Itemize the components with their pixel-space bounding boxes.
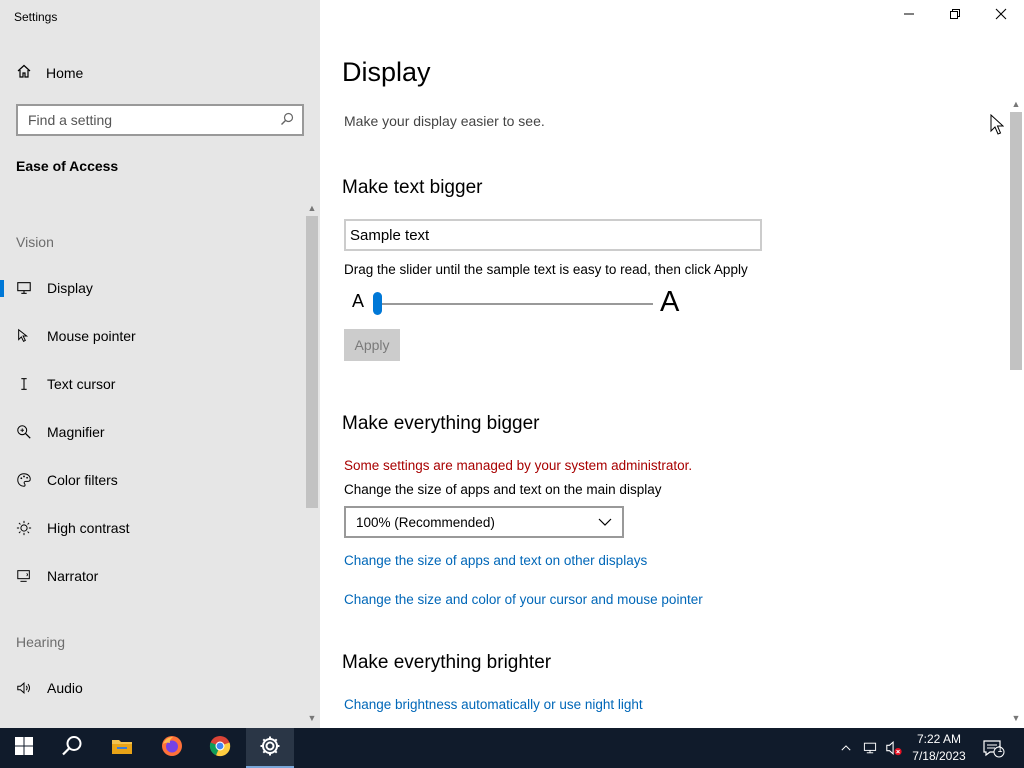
chrome-button[interactable] bbox=[196, 728, 244, 768]
scroll-down-icon[interactable]: ▼ bbox=[306, 712, 318, 724]
link-other-displays[interactable]: Change the size of apps and text on othe… bbox=[344, 553, 647, 568]
sidebar-item-narrator[interactable]: Narrator bbox=[0, 556, 300, 596]
sidebar-item-high-contrast[interactable]: High contrast bbox=[0, 508, 300, 548]
slider-hint: Drag the slider until the sample text is… bbox=[344, 262, 748, 277]
sidebar-item-color-filters[interactable]: Color filters bbox=[0, 460, 300, 500]
group-label-vision: Vision bbox=[16, 234, 54, 250]
clock-date: 7/18/2023 bbox=[912, 749, 966, 763]
sidebar-item-audio[interactable]: Audio bbox=[0, 668, 300, 708]
start-icon bbox=[12, 734, 36, 763]
search-icon bbox=[280, 112, 294, 129]
settings-icon bbox=[258, 734, 282, 763]
heading-make-text-bigger: Make text bigger bbox=[342, 177, 483, 198]
taskbar: 7:22 AM 7/18/2023 1 bbox=[0, 728, 1024, 768]
main-content: Display Make your display easier to see.… bbox=[320, 0, 1008, 728]
start-button[interactable] bbox=[0, 728, 48, 768]
clock-time: 7:22 AM bbox=[916, 732, 962, 746]
sample-text-box: Sample text bbox=[344, 219, 762, 251]
monitor-icon bbox=[15, 279, 33, 297]
action-center-button[interactable]: 1 bbox=[982, 738, 1006, 758]
home-icon bbox=[16, 63, 32, 82]
heading-make-everything-bigger: Make everything bigger bbox=[342, 413, 540, 434]
firefox-icon bbox=[160, 734, 184, 763]
sidebar-scrollbar[interactable]: ▲ ▼ bbox=[304, 200, 318, 728]
slider-thumb[interactable] bbox=[373, 292, 382, 315]
volume-muted-icon[interactable] bbox=[884, 738, 904, 758]
sidebar-item-magnifier[interactable]: Magnifier bbox=[0, 412, 300, 452]
network-icon[interactable] bbox=[860, 738, 880, 758]
admin-warning-text: Some settings are managed by your system… bbox=[344, 458, 693, 473]
settings-sidebar: Settings Home Find a setting Ease of Acc… bbox=[0, 0, 320, 728]
home-nav-item[interactable]: Home bbox=[16, 63, 83, 82]
mouse-pointer-icon bbox=[15, 327, 33, 345]
taskbar-clock[interactable]: 7:22 AM 7/18/2023 bbox=[906, 731, 972, 765]
sidebar-scroll-thumb[interactable] bbox=[306, 216, 318, 508]
scroll-down-icon[interactable]: ▼ bbox=[1010, 712, 1022, 724]
section-title: Ease of Access bbox=[16, 158, 119, 174]
chevron-down-icon bbox=[598, 515, 612, 530]
notification-count: 1 bbox=[997, 744, 1003, 754]
scroll-up-icon[interactable]: ▲ bbox=[1010, 98, 1022, 110]
page-subtitle: Make your display easier to see. bbox=[344, 113, 545, 129]
audio-icon bbox=[15, 679, 33, 697]
text-cursor-icon bbox=[15, 375, 33, 393]
sidebar-item-label: Display bbox=[47, 280, 93, 296]
scale-dropdown-value: 100% (Recommended) bbox=[356, 514, 495, 530]
page-title: Display bbox=[342, 57, 431, 87]
chrome-icon bbox=[208, 734, 232, 763]
narrator-icon bbox=[15, 567, 33, 585]
sidebar-item-label: High contrast bbox=[47, 520, 130, 536]
file-explorer-icon bbox=[110, 734, 134, 763]
mouse-cursor-icon bbox=[990, 114, 1004, 135]
sidebar-item-label: Text cursor bbox=[47, 376, 116, 392]
show-hidden-icons-icon[interactable] bbox=[836, 738, 856, 758]
firefox-button[interactable] bbox=[148, 728, 196, 768]
home-label: Home bbox=[46, 64, 84, 81]
main-scroll-thumb[interactable] bbox=[1010, 112, 1022, 370]
search-input[interactable]: Find a setting bbox=[16, 104, 304, 136]
color-filters-icon bbox=[15, 471, 33, 489]
group-label-hearing: Hearing bbox=[16, 634, 66, 650]
search-icon bbox=[60, 734, 84, 763]
file-explorer-button[interactable] bbox=[98, 728, 146, 768]
sidebar-item-mouse-pointer[interactable]: Mouse pointer bbox=[0, 316, 300, 356]
heading-make-everything-brighter: Make everything brighter bbox=[342, 652, 552, 673]
sidebar-item-text-cursor[interactable]: Text cursor bbox=[0, 364, 300, 404]
sidebar-item-label: Mouse pointer bbox=[47, 328, 136, 344]
slider-track[interactable] bbox=[378, 303, 653, 305]
scroll-up-icon[interactable]: ▲ bbox=[306, 202, 318, 214]
scale-dropdown[interactable]: 100% (Recommended) bbox=[344, 506, 624, 538]
taskbar-search-button[interactable] bbox=[48, 728, 96, 768]
small-a-glyph: A bbox=[352, 291, 365, 311]
large-a-glyph: A bbox=[660, 286, 680, 318]
sidebar-item-label: Color filters bbox=[47, 472, 118, 488]
sidebar-item-label: Magnifier bbox=[47, 424, 105, 440]
settings-taskbar-button[interactable] bbox=[246, 728, 294, 768]
sidebar-item-label: Narrator bbox=[47, 568, 99, 584]
high-contrast-icon bbox=[15, 519, 33, 537]
main-scrollbar[interactable]: ▲ ▼ bbox=[1008, 96, 1024, 728]
sidebar-nav-list: Vision Display Mouse pointer Text cursor… bbox=[0, 200, 304, 728]
apply-button[interactable]: Apply bbox=[344, 329, 400, 361]
scale-label: Change the size of apps and text on the … bbox=[344, 482, 662, 497]
link-cursor-settings[interactable]: Change the size and color of your cursor… bbox=[344, 592, 703, 607]
sidebar-item-display[interactable]: Display bbox=[0, 268, 300, 308]
text-size-slider[interactable]: A A bbox=[344, 286, 684, 320]
sidebar-item-label: Audio bbox=[47, 680, 83, 696]
search-placeholder: Find a setting bbox=[28, 112, 113, 128]
window-title: Settings bbox=[14, 10, 58, 24]
link-brightness[interactable]: Change brightness automatically or use n… bbox=[344, 697, 643, 712]
magnifier-icon bbox=[15, 423, 33, 441]
